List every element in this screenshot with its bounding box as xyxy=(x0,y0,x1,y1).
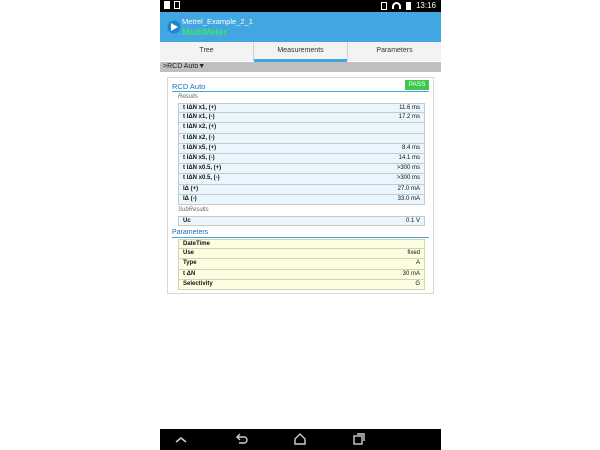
row-value: 33.0 mA xyxy=(397,195,420,202)
results-table: t IΔN x1, (+) 11.6 ms t IΔN x1, (-) 17.2 ms… xyxy=(178,103,425,205)
row-value: 17.2 ms xyxy=(398,114,420,121)
row-value: >300 ms xyxy=(396,175,420,182)
parameters-label: Parameters xyxy=(172,229,209,236)
status-time: 13:16 xyxy=(415,1,436,10)
table-row[interactable]: Type A xyxy=(178,259,425,270)
table-row[interactable]: DateTime xyxy=(178,239,425,250)
table-row[interactable]: t IΔN x5, (-) 14.1 ms xyxy=(178,153,425,165)
tab-tree[interactable]: Tree xyxy=(160,42,253,61)
row-value: G xyxy=(415,280,420,287)
tab-parameters[interactable]: Parameters xyxy=(347,42,441,61)
parameters-divider xyxy=(172,237,429,238)
row-label: t IΔN x0.5, (-) xyxy=(183,175,220,182)
row-label: t IΔN x2, (+) xyxy=(183,124,217,131)
breadcrumb[interactable]: >RCD Auto▼ xyxy=(160,62,441,72)
row-label: IΔ (-) xyxy=(183,195,197,202)
row-label: Type xyxy=(183,260,197,267)
row-value: >300 ms xyxy=(396,165,420,172)
parameters-table: DateTime Use fixed Type At ΔN 30 mA Selectivit… xyxy=(178,239,425,290)
row-value: A xyxy=(415,260,420,267)
image-icon xyxy=(174,1,180,9)
wifi-icon xyxy=(391,2,401,9)
home-icon[interactable] xyxy=(293,432,307,446)
app-subtitle: MultiMeter xyxy=(182,27,227,37)
tab-bar: Tree Measurements Parameters xyxy=(160,42,441,62)
subresults-table: Uc 0.1 V xyxy=(178,216,425,227)
chevron-up-icon[interactable] xyxy=(174,432,188,446)
subresults-label: SubResults xyxy=(178,207,209,213)
row-label: t IΔN x5, (+) xyxy=(183,144,217,151)
row-label: Use xyxy=(183,250,195,257)
row-label: t IΔN x0.5, (+) xyxy=(183,165,222,172)
device-screen: 13:16 Metrel_Example_2_1 MultiMeter Tree… xyxy=(160,0,441,450)
row-value: 11.6 ms xyxy=(399,105,420,111)
table-row[interactable]: t ΔN 30 mA xyxy=(178,269,425,280)
title-divider xyxy=(172,91,429,92)
status-bar: 13:16 xyxy=(160,0,441,12)
table-row[interactable]: t IΔN x1, (+) 11.6 ms xyxy=(178,103,425,114)
row-label: t ΔN xyxy=(183,270,196,277)
tab-measurements[interactable]: Measurements xyxy=(253,42,347,62)
row-label: DateTime xyxy=(183,241,210,247)
measurement-title: RCD Auto xyxy=(172,82,206,91)
table-row[interactable]: IΔ (-) 33.0 mA xyxy=(178,194,425,205)
row-value: 14.1 ms xyxy=(398,154,420,161)
notification-icon xyxy=(164,1,170,9)
table-row[interactable]: Use fixed xyxy=(178,249,425,260)
table-row[interactable]: t IΔN x0.5, (+) >300 ms xyxy=(178,164,425,175)
table-row[interactable]: Selectivity G xyxy=(178,279,425,290)
table-row[interactable]: t IΔN x2, (+) xyxy=(178,123,425,134)
signal-icon xyxy=(380,1,387,10)
row-value: fixed xyxy=(407,250,420,257)
table-row[interactable]: t IΔN x2, (-) xyxy=(178,133,425,144)
table-row[interactable]: t IΔN x1, (-) 17.2 ms xyxy=(178,113,425,124)
app-title: Metrel_Example_2_1 xyxy=(182,17,253,26)
row-label: t IΔN x1, (+) xyxy=(183,105,217,111)
row-label: t IΔN x5, (-) xyxy=(183,154,215,161)
row-label: Selectivity xyxy=(183,280,213,287)
results-label: Results xyxy=(178,94,199,100)
app-bar: Metrel_Example_2_1 MultiMeter xyxy=(160,12,441,42)
status-badge: PASS xyxy=(405,80,429,90)
table-row[interactable]: IΔ (+) 27.0 mA xyxy=(178,184,425,195)
table-row[interactable]: t IΔN x0.5, (-) >300 ms xyxy=(178,174,425,185)
recents-icon[interactable] xyxy=(352,432,366,446)
row-value: 0.1 V xyxy=(405,218,420,224)
row-value: 30 mA xyxy=(402,270,420,277)
battery-icon xyxy=(405,1,411,10)
navigation-bar xyxy=(160,429,441,450)
row-value: 27.0 mA xyxy=(397,185,420,192)
table-row[interactable]: t IΔN x5, (+) 8.4 ms xyxy=(178,143,425,154)
row-label: t IΔN x2, (-) xyxy=(183,134,215,141)
table-row[interactable]: Uc 0.1 V xyxy=(178,216,425,227)
measurement-card: RCD Auto PASS Results t IΔN x1, (+) 11.6 … xyxy=(167,77,434,294)
row-label: IΔ (+) xyxy=(183,185,199,192)
row-label: t IΔN x1, (-) xyxy=(183,114,215,121)
row-value: 8.4 ms xyxy=(401,144,420,151)
row-label: Uc xyxy=(183,218,191,224)
back-icon[interactable] xyxy=(234,432,248,446)
